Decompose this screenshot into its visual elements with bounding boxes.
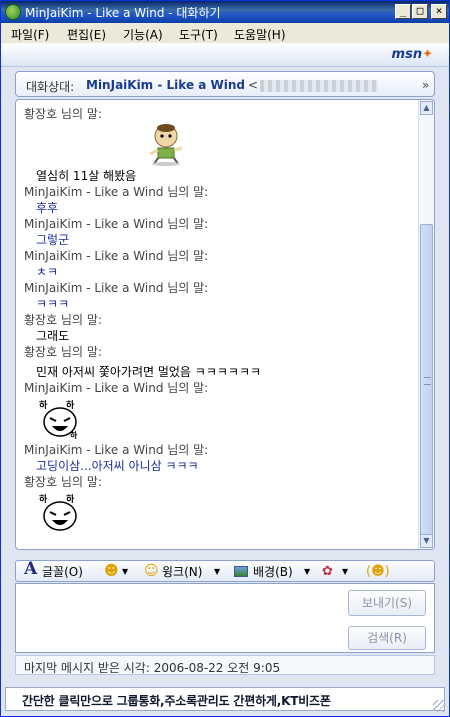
contact-name[interactable]: MinJaiKim - Like a Wind [86, 78, 245, 92]
message-header: MinJaiKim - Like a Wind 님의 말: [24, 185, 209, 199]
message-text: 후후 [36, 201, 59, 215]
menu-functions[interactable]: 기능(A) [123, 26, 163, 43]
emoticon-smile-icon[interactable]: ☻ [104, 563, 119, 579]
message-header: 황장호 님의 말: [24, 345, 102, 359]
menu-help[interactable]: 도움말(H) [234, 26, 286, 43]
background-picture-icon[interactable] [234, 566, 248, 577]
title-bar: MinJaiKim - Like a Wind - 대화하기 _ □ × [1, 1, 449, 23]
conversation-scrollbar[interactable]: ▲ ▼ [418, 100, 434, 549]
message-text: 민재 아저씨 쫓아가려면 멀었음 ㅋㅋㅋㅋㅋㅋ [36, 365, 262, 379]
message-text: 고딩이삼...아저씨 아니삼 ㅋㅋㅋ [36, 459, 199, 473]
message-header: 황장호 님의 말: [24, 475, 102, 489]
svg-text:하: 하 [39, 399, 48, 411]
menu-edit[interactable]: 편집(E) [67, 26, 106, 43]
message-header: MinJaiKim - Like a Wind 님의 말: [24, 217, 209, 231]
chat-window: MinJaiKim - Like a Wind - 대화하기 _ □ × 파일(… [0, 0, 450, 717]
menu-bar: 파일(F) 편집(E) 기능(A) 도구(T) 도움말(H) [1, 23, 449, 43]
msn-logo: msn✦ [391, 47, 433, 62]
message-text: 열심히 11살 해봤음 [36, 169, 137, 183]
svg-text:하: 하 [66, 399, 75, 411]
font-a-icon[interactable]: A [24, 561, 37, 578]
svg-text:하: 하 [70, 430, 78, 440]
wink-icon[interactable]: ☺ [144, 563, 159, 579]
message-text: 그래도 [36, 329, 70, 343]
close-button[interactable]: × [431, 4, 447, 19]
laughing-face-icon: 하 하 하 [39, 399, 78, 440]
message-text: ㅋㅋㅋ [36, 297, 70, 311]
scroll-up-arrow-icon[interactable]: ▲ [420, 101, 433, 115]
minimize-button[interactable]: _ [395, 4, 411, 19]
character-emoticon-row [24, 122, 414, 168]
message-header: MinJaiKim - Like a Wind 님의 말: [24, 443, 209, 457]
address-bracket: < [248, 78, 259, 92]
search-button[interactable]: 검색(R) [348, 626, 426, 650]
wink-dropdown-icon[interactable]: ▼ [214, 564, 220, 580]
window-title: MinJaiKim - Like a Wind - 대화하기 [25, 6, 221, 20]
brand-bar: msn✦ [1, 43, 449, 67]
laughing-face-icon: 하 하 [39, 493, 77, 531]
wink-button[interactable]: 윙크(N) [162, 564, 202, 580]
message-header: MinJaiKim - Like a Wind 님의 말: [24, 381, 209, 395]
send-button[interactable]: 보내기(S) [348, 590, 426, 616]
ad-banner[interactable]: 간단한 클릭만으로 그룹통화,주소록관리도 간편하게,KT비즈폰 [5, 687, 445, 711]
svg-text:하: 하 [39, 493, 48, 505]
background-button[interactable]: 배경(B) [253, 564, 293, 580]
ad-text[interactable]: 간단한 클릭만으로 그룹통화,주소록관리도 간편하게,KT비즈폰 [22, 692, 331, 709]
conversation-pane[interactable]: 황장호 님의 말: 열심히 11살 해봤음 MinJaiKim - Like a… [15, 99, 435, 550]
to-bar: 대화상대: MinJaiKim - Like a Wind < » [15, 71, 435, 97]
nudge-icon[interactable]: (☻) [366, 564, 390, 580]
scroll-thumb[interactable] [420, 224, 433, 536]
message-list: 황장호 님의 말: 열심히 11살 해봤음 MinJaiKim - Like a… [24, 106, 414, 536]
blurred-email [260, 80, 378, 92]
status-bar: 마지막 메시지 받은 시각: 2006-08-22 오전 9:05 [15, 655, 435, 675]
to-label: 대화상대: [26, 80, 75, 94]
svg-text:하: 하 [66, 493, 75, 505]
msn-butterfly-icon: ✦ [422, 47, 433, 62]
emoticon-dropdown-icon[interactable]: ▼ [122, 564, 128, 580]
scroll-down-arrow-icon[interactable]: ▼ [420, 534, 433, 548]
message-input[interactable]: 보내기(S) 검색(R) [15, 583, 435, 653]
gift-icon[interactable]: ✿ [322, 564, 333, 580]
laughing-emoticon-row: 하 하 [24, 490, 414, 536]
message-text: 그렇군 [36, 233, 70, 247]
msn-app-icon[interactable] [5, 4, 21, 20]
background-dropdown-icon[interactable]: ▼ [304, 564, 310, 580]
message-header: MinJaiKim - Like a Wind 님의 말: [24, 281, 209, 295]
boy-character-icon [149, 124, 183, 166]
message-text: ㅊㅋ [36, 265, 59, 279]
last-message-time: 마지막 메시지 받은 시각: 2006-08-22 오전 9:05 [24, 661, 281, 675]
resize-grip-icon[interactable] [433, 700, 445, 712]
font-button[interactable]: 글꼴(O) [42, 564, 83, 580]
menu-tools[interactable]: 도구(T) [179, 26, 218, 43]
chevron-right-icon[interactable]: » [422, 78, 429, 92]
menu-file[interactable]: 파일(F) [11, 26, 49, 43]
formatting-toolbar: A 글꼴(O) ☻ ▼ ☺ 윙크(N) ▼ 배경(B) ▼ ✿ ▼ (☻) [15, 560, 435, 582]
message-header: 황장호 님의 말: [24, 313, 102, 327]
laughing-emoticon-row: 하 하 하 [24, 396, 414, 442]
scroll-grip-icon [424, 377, 431, 385]
maximize-button[interactable]: □ [412, 4, 428, 19]
message-header: 황장호 님의 말: [24, 107, 102, 121]
message-header: MinJaiKim - Like a Wind 님의 말: [24, 249, 209, 263]
gift-dropdown-icon[interactable]: ▼ [342, 564, 348, 580]
